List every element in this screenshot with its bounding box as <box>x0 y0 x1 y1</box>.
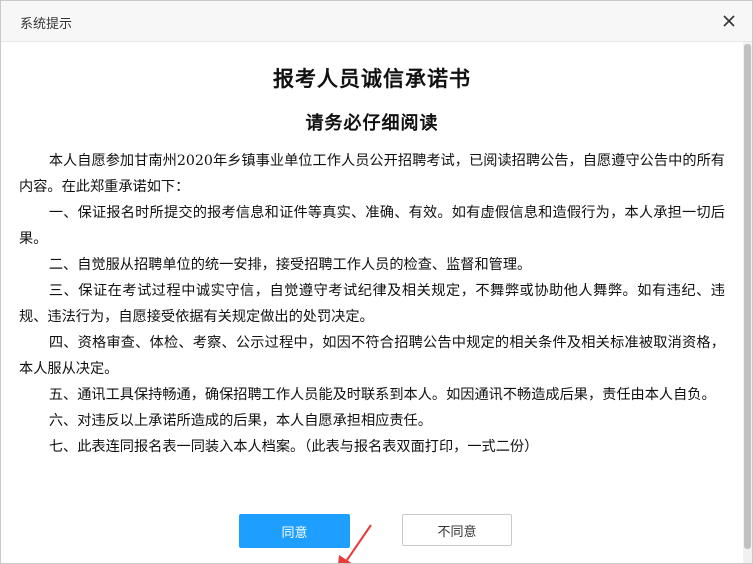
disagree-button[interactable]: 不同意 <box>402 514 512 546</box>
close-icon[interactable] <box>720 12 738 30</box>
paragraph-item-6: 六、对违反以上承诺所造成的后果，本人自愿承担相应责任。 <box>48 413 432 429</box>
document-subtitle: 请务必仔细阅读 <box>305 113 439 134</box>
agree-button[interactable]: 同意 <box>239 514 350 548</box>
paragraph-item-2: 二、自觉服从招聘单位的统一安排，接受招聘工作人员的检查、监督和管理。 <box>48 257 532 273</box>
dialog-content: 报考人员诚信承诺书 请务必仔细阅读 本人自愿参加甘南州2020年乡镇事业单位工作… <box>1 42 743 563</box>
document-title: 报考人员诚信承诺书 <box>273 66 471 91</box>
paragraph-item-5: 五、通讯工具保持畅通，确保招聘工作人员能及时联系到本人。如因通讯不畅造成后果，责… <box>48 387 716 403</box>
vertical-scrollbar[interactable] <box>743 42 752 563</box>
paragraph-item-3: 三、保证在考试过程中诚实守信，自觉遵守考试纪律及相关规定，不舞弊或协助他人舞弊。… <box>19 283 725 325</box>
paragraph-intro: 本人自愿参加甘南州2020年乡镇事业单位工作人员公开招聘考试，已阅读招聘公告，自… <box>19 153 725 195</box>
system-prompt-dialog: 系统提示 报考人员诚信承诺书 请务必仔细阅读 本人自愿参加甘南州2020年乡镇事… <box>0 0 753 564</box>
commitment-text: 本人自愿参加甘南州2020年乡镇事业单位工作人员公开招聘考试，已阅读招聘公告，自… <box>19 148 725 460</box>
dialog-titlebar: 系统提示 <box>1 1 752 42</box>
paragraph-item-4: 四、资格审查、体检、考察、公示过程中，如因不符合招聘公告中规定的相关条件及相关标… <box>19 335 725 377</box>
paragraph-item-7: 七、此表连同报名表一同装入本人档案。（此表与报名表双面打印，一式二份） <box>48 439 539 455</box>
paragraph-item-1: 一、保证报名时所提交的报考信息和证件等真实、准确、有效。如有虚假信息和造假行为，… <box>19 205 725 247</box>
scrollbar-thumb[interactable] <box>744 44 751 549</box>
dialog-title: 系统提示 <box>20 17 73 32</box>
